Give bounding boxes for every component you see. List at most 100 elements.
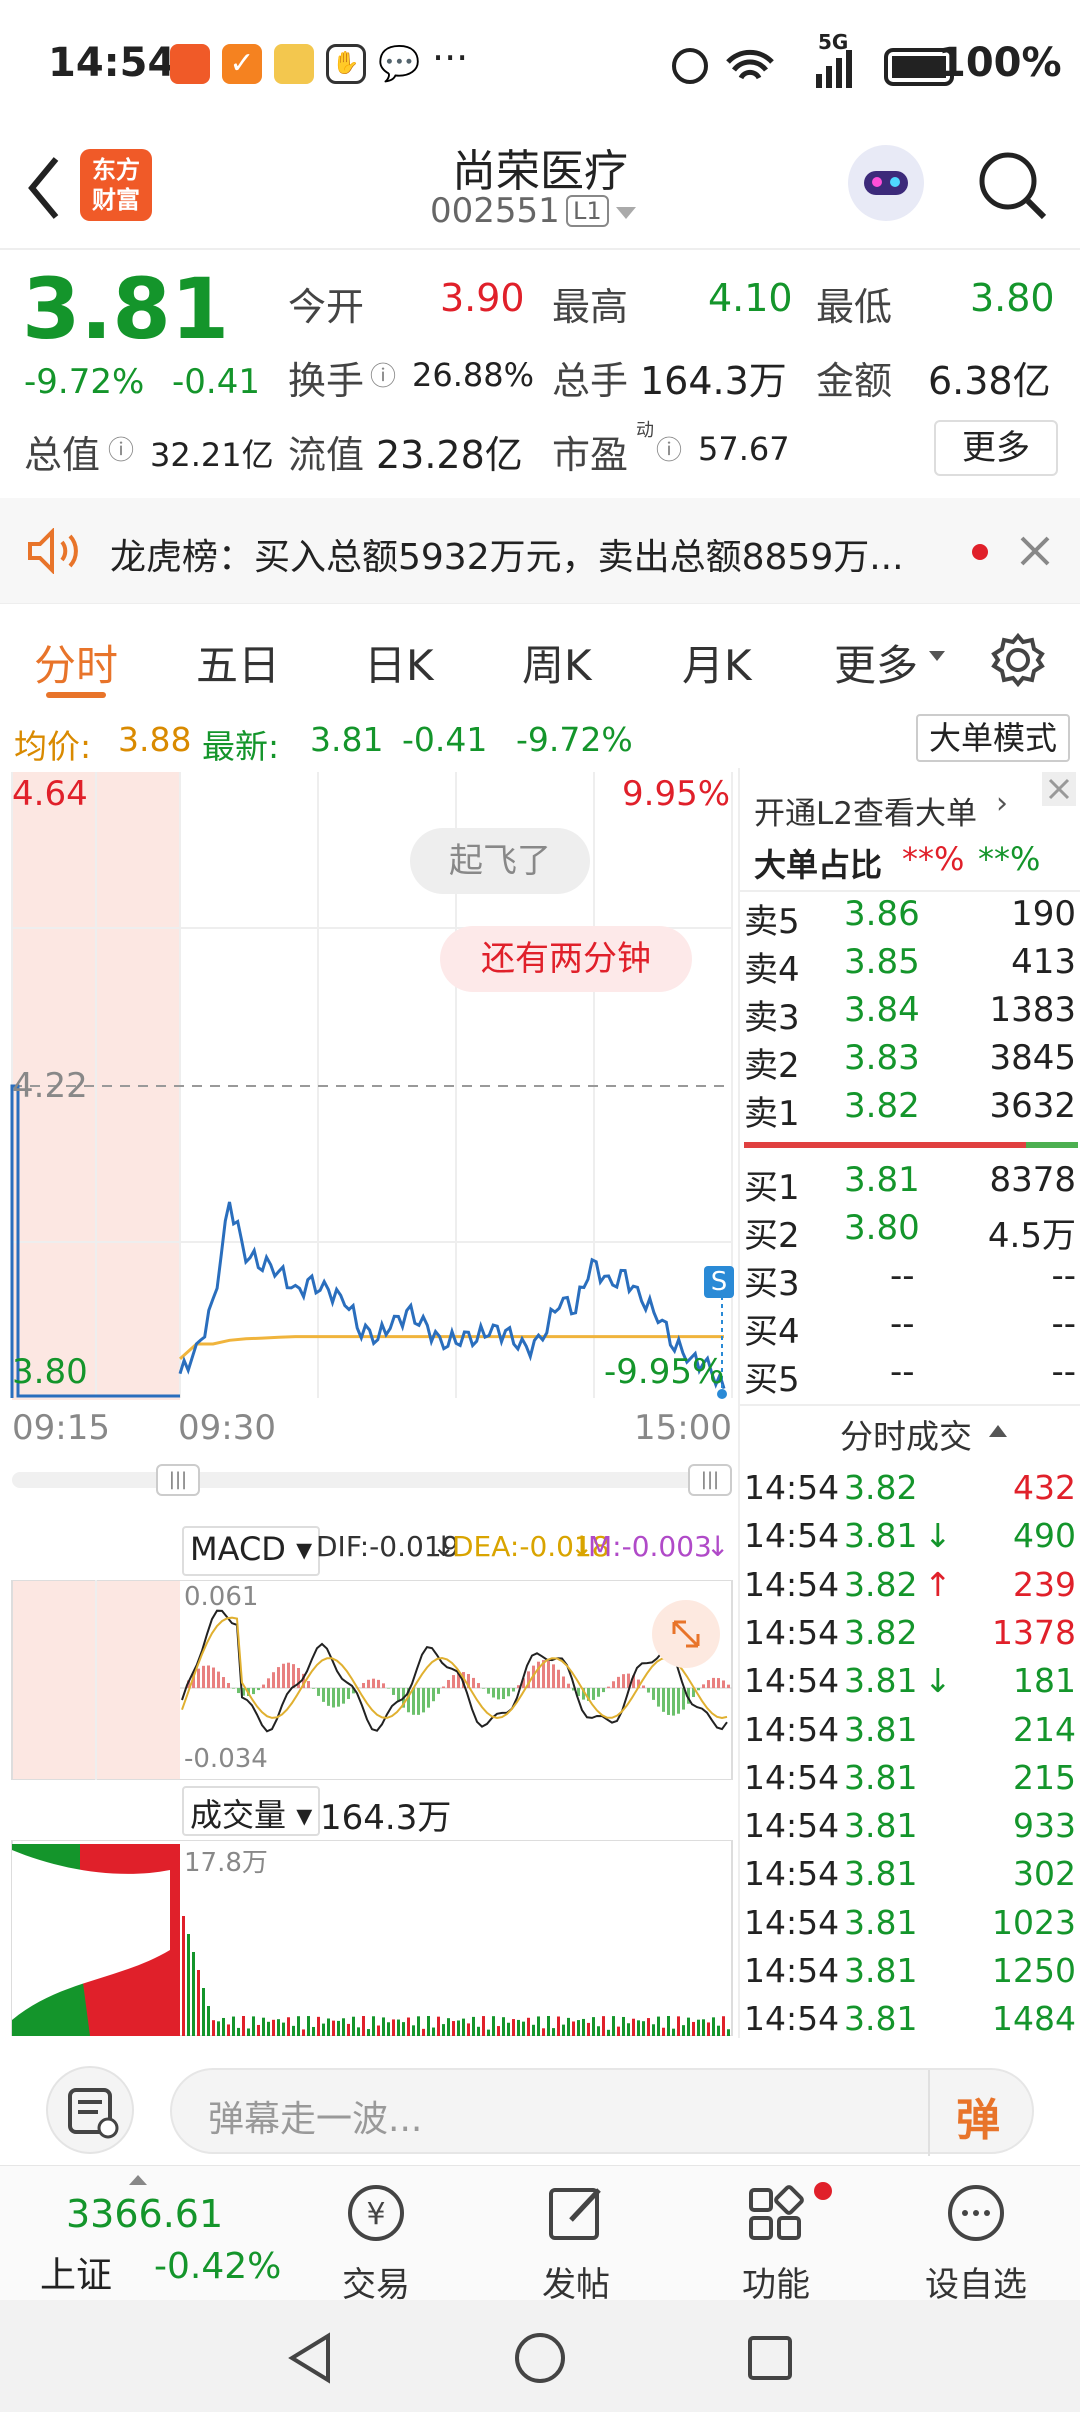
macd-bottom-label: -0.034 [184,1744,268,1774]
bid-price: -- [890,1256,915,1296]
macd-bar [257,1688,260,1691]
eastmoney-logo[interactable]: 东方 财富 [80,149,152,221]
info-icon[interactable]: ⓘ [656,430,682,467]
volume-selector[interactable]: 成交量 ▾ [182,1786,321,1836]
info-icon[interactable]: ⓘ [370,356,396,393]
bid-row[interactable]: 买5 -- -- [740,1352,1080,1400]
low-label: 最低 [816,285,893,329]
chevron-down-icon[interactable] [614,205,638,221]
time-start: 09:15 [12,1408,110,1448]
bid-row[interactable]: 买2 3.80 4.5万 [740,1208,1080,1256]
sell-marker[interactable]: S [704,1266,734,1298]
volume-bar [722,2016,725,2036]
index-pct[interactable]: -0.42% [154,2246,281,2287]
ask-row[interactable]: 卖5 3.86 190 [740,894,1080,942]
bid-row[interactable]: 买4 -- -- [740,1304,1080,1352]
bid-ask-ratio-bar-red [744,1142,1026,1148]
dragon-tiger-notice[interactable]: 龙虎榜：买入总额5932万元，卖出总额8859万... [0,498,1080,603]
bottom-price-label: 3.80 [12,1352,88,1392]
slider-handle-right[interactable]: ||| [688,1464,732,1496]
macd-bar [642,1685,645,1688]
wifi-icon [726,49,774,80]
ask-row[interactable]: 卖4 3.85 413 [740,942,1080,990]
nav-post[interactable]: 发帖 [496,2178,656,2306]
volume-bar [392,2019,395,2036]
price-chart[interactable] [0,768,735,1400]
macd-chart[interactable] [0,1580,735,1780]
slider-handle-left[interactable]: ||| [156,1464,200,1496]
macd-bar [337,1688,340,1707]
robot-assistant-icon[interactable] [848,145,924,221]
macd-bar [387,1688,390,1689]
trade-arrow: ↓ [924,1661,952,1701]
ask-price: 3.86 [844,894,920,934]
search-icon[interactable] [976,149,1050,223]
danmu-send-button[interactable]: 弹 [956,2084,1000,2148]
nav-trade[interactable]: ¥ 交易 [296,2178,456,2306]
back-icon[interactable] [24,153,64,223]
bid-row[interactable]: 买1 3.81 8378 [740,1160,1080,1208]
macd-bar [252,1688,255,1695]
volume-bar [532,2024,535,2036]
macd-bar [422,1688,425,1713]
tab-monthly-k[interactable]: 月K [682,632,752,693]
index-name[interactable]: 上证 [40,2246,112,2298]
volume-bar [517,2019,520,2036]
danmu-input[interactable]: 弹幕走一波... 弹 [170,2068,1034,2156]
ask-row[interactable]: 卖2 3.83 3845 [740,1038,1080,1086]
nav-add-watchlist-label: 设自选 [925,2265,1027,2305]
volume-bar [232,2016,235,2036]
float-label: 流值 [288,433,365,477]
ask-row[interactable]: 卖1 3.82 3632 [740,1086,1080,1134]
more-button[interactable]: 更多 [934,420,1058,476]
macd-bar [697,1688,700,1691]
close-icon[interactable] [1018,534,1052,568]
recents-nav-icon[interactable] [742,2330,798,2386]
level-badge[interactable]: L1 [566,195,609,227]
price-pct: -9.72% [24,362,145,402]
macd-selector[interactable]: MACD ▾ [182,1526,321,1576]
info-icon[interactable]: ⓘ [108,430,134,467]
trade-volume: 933 [1013,1806,1076,1846]
bottom-navigation: 3366.61 上证 -0.42% ¥ 交易 发帖 功能 设自选 [0,2165,1080,2305]
trade-row: 14:54 3.81 ↓ 490 [740,1516,1080,1564]
close-icon[interactable] [1042,772,1076,806]
tab-daily-k[interactable]: 日K [364,632,434,693]
expand-icon[interactable] [652,1600,720,1668]
volume-bar [627,2023,630,2036]
bottom-pct-label: -9.95% [604,1352,725,1392]
back-nav-icon[interactable] [282,2330,338,2386]
bid-level: 买4 [744,1312,800,1352]
l2-upgrade-link[interactable]: 开通L2查看大单 [754,788,977,833]
macd-bar [477,1683,480,1688]
gear-icon[interactable] [990,632,1046,688]
danmu-settings-icon[interactable] [46,2066,134,2154]
volume-bar [337,2020,340,2036]
nav-add-watchlist[interactable]: 设自选 [896,2178,1056,2306]
bid-row[interactable]: 买3 -- -- [740,1256,1080,1304]
volume-bar [362,2016,365,2036]
volume-bar [717,2025,720,2036]
macd-bar [672,1688,675,1716]
big-order-mode-button[interactable]: 大单模式 [916,714,1070,762]
nav-functions[interactable]: 功能 [696,2178,856,2306]
volume-chart[interactable] [0,1840,735,2036]
macd-bar [722,1680,725,1688]
bid-level: 买2 [744,1216,800,1256]
sort-up-icon[interactable] [988,1424,1008,1438]
home-nav-icon[interactable] [512,2330,568,2386]
chevron-up-icon[interactable] [128,2174,148,2186]
time-range-slider[interactable] [12,1472,732,1488]
tab-weekly-k[interactable]: 周K [522,632,592,693]
time-open: 09:30 [178,1408,276,1448]
price-change: -0.41 [172,362,260,402]
chevron-right-icon[interactable]: › [996,786,1008,821]
ask-row[interactable]: 卖3 3.84 1383 [740,990,1080,1038]
trades-title[interactable]: 分时成交 [840,1410,972,1458]
chevron-down-icon[interactable] [928,650,946,662]
index-value[interactable]: 3366.61 [66,2192,223,2236]
macd-bar [512,1688,515,1692]
tab-intraday[interactable]: 分时 [34,632,118,693]
tab-more[interactable]: 更多 [834,632,918,693]
tab-five-day[interactable]: 五日 [196,632,280,693]
